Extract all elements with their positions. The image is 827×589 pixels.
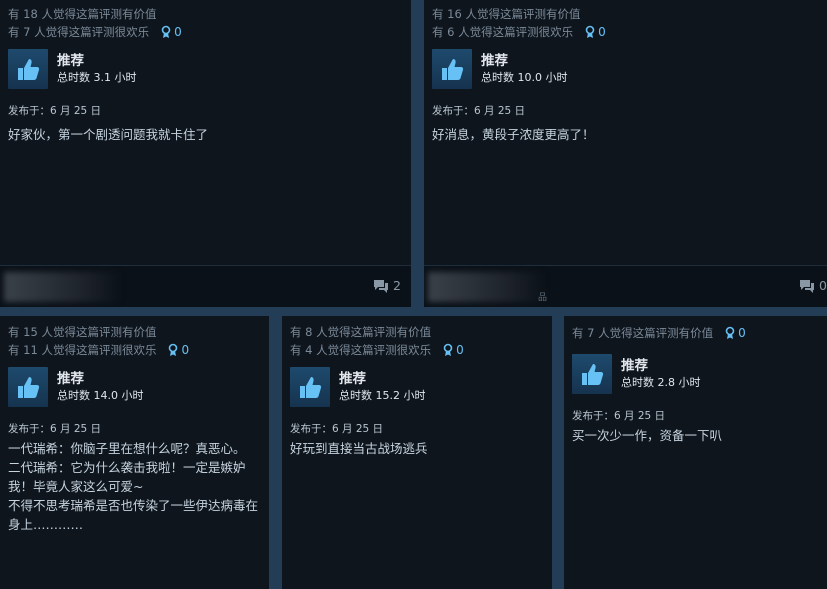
review-line: 我！毕竟人家这么可爱~ (8, 479, 144, 494)
comment-icon (374, 279, 389, 293)
thumbs-up-icon (572, 354, 612, 394)
thumbs-up-icon (8, 367, 48, 407)
comments-button[interactable]: 2 (373, 278, 401, 293)
review-text: 好家伙，第一个剧透问题我就卡住了 (8, 127, 209, 142)
helpful-count: 有 16 人觉得这篇评测有价值 (432, 7, 581, 21)
recommendation-title: 推荐 (57, 371, 84, 387)
funny-count: 有 6 人觉得这篇评测很欢乐 (432, 25, 574, 39)
comment-count: 0 (819, 278, 827, 293)
recommendation[interactable]: 推荐 总时数 2.8 小时 (572, 354, 819, 394)
award-button[interactable]: 0 (443, 343, 464, 357)
helpful-count: 有 18 人觉得这篇评测有价值 (8, 7, 157, 21)
hours-played: 总时数 15.2 小时 (339, 389, 426, 402)
award-icon (443, 343, 453, 356)
review-footer: 2 (0, 265, 411, 307)
review-card-3[interactable]: 有 15 人觉得这篇评测有价值 有 11 人觉得这篇评测很欢乐 0 推荐 总时数… (0, 316, 269, 589)
hours-played: 总时数 2.8 小时 (621, 376, 701, 389)
award-count: 0 (598, 25, 606, 39)
funny-count: 有 11 人觉得这篇评测很欢乐 (8, 343, 157, 357)
author-avatar[interactable] (4, 272, 122, 302)
review-line: 不得不思考瑞希是否也传染了一些伊达病毒在 (8, 498, 259, 513)
award-button[interactable]: 0 (168, 343, 189, 357)
award-icon (161, 25, 171, 38)
hours-played: 总时数 10.0 小时 (481, 71, 568, 84)
award-count: 0 (174, 25, 182, 39)
recommendation[interactable]: 推荐 总时数 10.0 小时 (432, 49, 819, 89)
award-icon (725, 326, 735, 339)
funny-count: 有 7 人觉得这篇评测很欢乐 (8, 25, 150, 39)
posted-date: 发布于：6 月 25 日 (432, 105, 526, 117)
comment-icon (800, 279, 815, 293)
award-button[interactable]: 0 (585, 25, 606, 39)
posted-date: 发布于：6 月 25 日 (8, 105, 102, 117)
posted-date: 发布于：6 月 25 日 (8, 423, 102, 435)
posted-date: 发布于：6 月 25 日 (290, 423, 384, 435)
hours-played: 总时数 14.0 小时 (57, 389, 144, 402)
helpful-count: 有 7 人觉得这篇评测有价值 (572, 326, 714, 340)
thumbs-up-icon (8, 49, 48, 89)
review-card-2[interactable]: 有 16 人觉得这篇评测有价值 有 6 人觉得这篇评测很欢乐 0 推荐 总时数 … (424, 0, 827, 307)
review-text: 好消息，黄段子浓度更高了！ (432, 127, 595, 142)
recommendation-title: 推荐 (339, 371, 366, 387)
posted-date: 发布于：6 月 25 日 (572, 410, 666, 422)
award-button[interactable]: 0 (725, 326, 746, 340)
review-card-5[interactable]: 有 7 人觉得这篇评测有价值 0 推荐 总时数 2.8 小时 发布于：6 月 2… (564, 316, 827, 589)
hours-played: 总时数 3.1 小时 (57, 71, 137, 84)
review-line: 二代瑞希：它为什么袭击我啦！一定是嫉妒 (8, 460, 246, 475)
review-text: 好玩到直接当古战场逃兵 (290, 441, 428, 456)
recommendation[interactable]: 推荐 总时数 14.0 小时 (8, 367, 261, 407)
footer-tag: 品 (538, 293, 548, 303)
recommendation-title: 推荐 (481, 53, 508, 69)
helpful-count: 有 8 人觉得这篇评测有价值 (290, 325, 432, 339)
review-card-1[interactable]: 有 18 人觉得这篇评测有价值 有 7 人觉得这篇评测很欢乐 0 推荐 总时数 … (0, 0, 411, 307)
review-card-4[interactable]: 有 8 人觉得这篇评测有价值 有 4 人觉得这篇评测很欢乐 0 推荐 总时数 1… (282, 316, 552, 589)
comment-count: 2 (393, 278, 401, 293)
recommendation[interactable]: 推荐 总时数 3.1 小时 (8, 49, 403, 89)
review-text: 买一次少一作，资备一下叭 (572, 428, 723, 443)
comments-button[interactable]: 0 (799, 278, 827, 293)
funny-count: 有 4 人觉得这篇评测很欢乐 (290, 343, 432, 357)
award-icon (169, 343, 178, 356)
helpful-count: 有 15 人觉得这篇评测有价值 (8, 325, 157, 339)
award-count: 0 (181, 343, 190, 357)
review-line: 身上………… (8, 517, 84, 532)
recommendation-title: 推荐 (621, 358, 648, 374)
recommendation[interactable]: 推荐 总时数 15.2 小时 (290, 367, 544, 407)
thumbs-up-icon (432, 49, 472, 89)
recommendation-title: 推荐 (57, 53, 84, 69)
award-icon (585, 25, 595, 38)
award-count: 0 (738, 326, 746, 340)
review-footer: 品 0 (424, 265, 827, 307)
award-count: 0 (456, 343, 464, 357)
author-avatar[interactable] (428, 272, 546, 302)
review-line: 一代瑞希：你脑子里在想什么呢？真恶心。 (8, 441, 246, 456)
award-button[interactable]: 0 (161, 25, 182, 39)
thumbs-up-icon (290, 367, 330, 407)
review-text: 一代瑞希：你脑子里在想什么呢？真恶心。 二代瑞希：它为什么袭击我啦！一定是嫉妒 … (8, 439, 261, 534)
